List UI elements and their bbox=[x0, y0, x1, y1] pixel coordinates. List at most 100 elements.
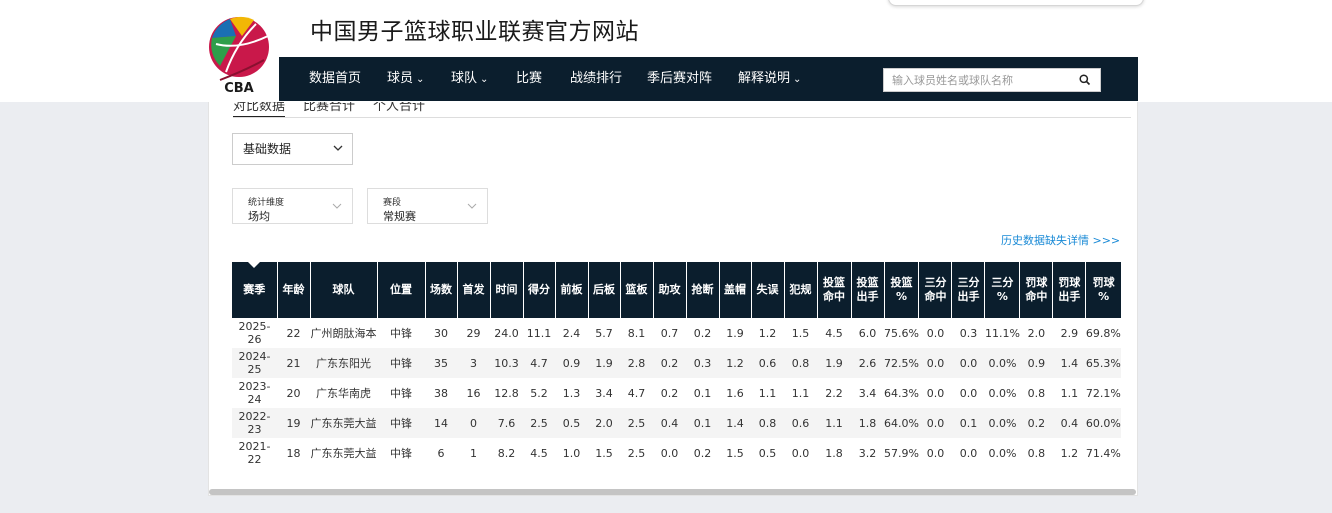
table-cell: 1.9 bbox=[817, 348, 851, 378]
nav-item-players[interactable]: 球员 ⌄ bbox=[387, 57, 424, 101]
tab-divider bbox=[233, 117, 1131, 118]
table-cell: 2.2 bbox=[825, 386, 843, 400]
nav-item-explanation[interactable]: 解释说明 ⌄ bbox=[738, 57, 801, 101]
search-input[interactable] bbox=[884, 69, 1074, 92]
column-header[interactable]: 投篮 出手 bbox=[850, 262, 884, 318]
nav-item-standings[interactable]: 战绩排行 bbox=[570, 57, 622, 101]
table-cell: 0.0 bbox=[660, 446, 679, 460]
filter-stage[interactable]: 赛段 常规赛 bbox=[367, 188, 488, 224]
column-header[interactable]: 前板 bbox=[554, 262, 588, 318]
column-header[interactable]: 球队 bbox=[309, 262, 377, 318]
sort-indicator-icon bbox=[248, 262, 260, 268]
table-cell: 71.4% bbox=[1085, 446, 1121, 460]
table-cell: 0.0 bbox=[959, 446, 978, 460]
column-header[interactable]: 得分 bbox=[522, 262, 555, 318]
table-cell: 0.1 bbox=[693, 386, 712, 400]
table-cell: 2.4 bbox=[562, 326, 581, 340]
logo-text: CBA bbox=[224, 81, 254, 96]
table-cell: 广州朗肽海本 bbox=[310, 327, 377, 340]
table-cell: 16 bbox=[466, 386, 481, 400]
horizontal-scrollbar[interactable] bbox=[209, 489, 1136, 495]
column-header[interactable]: 罚球 % bbox=[1085, 262, 1121, 318]
column-header[interactable]: 盖帽 bbox=[718, 262, 751, 318]
column-header[interactable]: 赛季 bbox=[232, 262, 277, 318]
table-cell: 4.7 bbox=[627, 386, 646, 400]
column-header[interactable]: 投篮 命中 bbox=[816, 262, 851, 318]
table-cell: 1.5 bbox=[726, 446, 744, 460]
table-cell: 7.6 bbox=[490, 408, 523, 438]
column-header[interactable]: 年龄 bbox=[276, 262, 310, 318]
column-header[interactable]: 后板 bbox=[587, 262, 620, 318]
table-cell: 3.2 bbox=[858, 446, 877, 460]
column-header[interactable]: 助攻 bbox=[652, 262, 686, 318]
filter-stat-dimension[interactable]: 统计维度 场均 bbox=[232, 188, 353, 224]
history-data-missing-link[interactable]: 历史数据缺失详情 >>> bbox=[1001, 232, 1120, 248]
nav-item-data-home[interactable]: 数据首页 bbox=[309, 57, 361, 101]
chevron-down-icon: ⌄ bbox=[793, 74, 802, 85]
table-cell: 1.1 bbox=[791, 386, 810, 400]
table-cell: 中锋 bbox=[390, 327, 412, 340]
table-cell: 20 bbox=[286, 386, 301, 400]
column-header[interactable]: 三分 命中 bbox=[918, 262, 952, 318]
nav-item-playoff-bracket[interactable]: 季后赛对阵 bbox=[647, 57, 712, 101]
table-cell: 2.8 bbox=[620, 348, 653, 378]
table-cell: 11.1% bbox=[984, 326, 1020, 340]
search-box bbox=[883, 68, 1101, 92]
table-cell: 10.3 bbox=[490, 348, 523, 378]
site-title: 中国男子篮球职业联赛官方网站 bbox=[310, 19, 639, 45]
table-cell: 2.5 bbox=[620, 408, 653, 438]
table-cell: 1.2 bbox=[1060, 446, 1079, 460]
column-header[interactable]: 时间 bbox=[489, 262, 523, 318]
table-cell: 1.8 bbox=[851, 408, 884, 438]
column-header[interactable]: 三分 出手 bbox=[951, 262, 985, 318]
table-cell: 0.9 bbox=[1019, 348, 1053, 378]
table-cell: 0.0% bbox=[984, 348, 1020, 378]
table-cell: 3 bbox=[457, 348, 490, 378]
table-cell: 0.7 bbox=[660, 326, 679, 340]
table-cell: 69.8% bbox=[1085, 326, 1121, 340]
table-cell: 2024-25 bbox=[232, 348, 277, 378]
table-cell: 0.6 bbox=[751, 348, 784, 378]
table-cell: 4.5 bbox=[530, 446, 548, 460]
table-cell: 0.5 bbox=[758, 446, 777, 460]
table-cell: 2.0 bbox=[1027, 326, 1046, 340]
table-cell: 0.0 bbox=[951, 348, 985, 378]
table-cell: 21 bbox=[277, 348, 310, 378]
table-cell: 0.0 bbox=[926, 446, 945, 460]
column-header[interactable]: 篮板 bbox=[619, 262, 653, 318]
table-cell: 30 bbox=[434, 326, 448, 340]
nav-item-teams[interactable]: 球队 ⌄ bbox=[451, 57, 488, 101]
cba-logo-icon[interactable]: CBA bbox=[206, 14, 272, 96]
column-header[interactable]: 投篮 % bbox=[883, 262, 919, 318]
table-cell: 64.0% bbox=[884, 408, 919, 438]
table-cell: 2022-23 bbox=[232, 408, 277, 438]
table-cell: 1.0 bbox=[562, 446, 581, 460]
column-header[interactable]: 罚球 出手 bbox=[1052, 262, 1086, 318]
column-header[interactable]: 失误 bbox=[750, 262, 784, 318]
column-header[interactable]: 场数 bbox=[424, 262, 457, 318]
table-cell: 57.9% bbox=[884, 446, 919, 460]
table-cell: 2025-26 bbox=[238, 320, 271, 346]
table-cell: 35 bbox=[425, 348, 457, 378]
data-type-select[interactable]: 基础数据 bbox=[232, 133, 353, 165]
column-header[interactable]: 抢断 bbox=[685, 262, 719, 318]
table-cell: 0.3 bbox=[686, 348, 719, 378]
column-header[interactable]: 罚球 命中 bbox=[1019, 262, 1053, 318]
table-cell: 中锋 bbox=[390, 387, 412, 400]
chevron-down-icon bbox=[332, 134, 344, 175]
table-cell: 中锋 bbox=[390, 447, 412, 460]
column-header[interactable]: 首发 bbox=[456, 262, 490, 318]
table-cell: 0.9 bbox=[555, 348, 588, 378]
nav-item-games[interactable]: 比赛 bbox=[516, 57, 542, 101]
table-cell: 24.0 bbox=[494, 326, 519, 340]
table-header-row: 赛季 年龄 球队 位置 场数 首发 时间 得分 前板 后板 篮板 助攻 抢断 盖… bbox=[232, 262, 1121, 318]
column-header[interactable]: 三分 % bbox=[984, 262, 1020, 318]
table-cell: 2.5 bbox=[523, 408, 555, 438]
table-cell: 1.5 bbox=[791, 326, 810, 340]
top-dropdown-panel bbox=[888, 0, 1144, 6]
column-header[interactable]: 位置 bbox=[376, 262, 425, 318]
table-cell: 1.4 bbox=[1052, 348, 1086, 378]
table-cell: 0.0 bbox=[791, 446, 810, 460]
search-icon[interactable] bbox=[1078, 73, 1092, 87]
column-header[interactable]: 犯规 bbox=[783, 262, 817, 318]
